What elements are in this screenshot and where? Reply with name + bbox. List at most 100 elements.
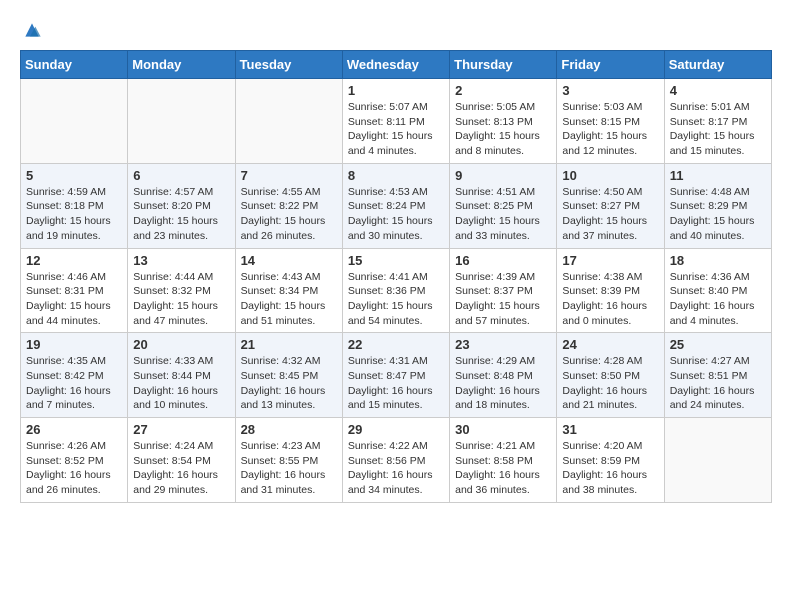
day-info: Sunrise: 4:27 AMSunset: 8:51 PMDaylight:… bbox=[670, 354, 766, 413]
calendar-cell: 21Sunrise: 4:32 AMSunset: 8:45 PMDayligh… bbox=[235, 333, 342, 418]
day-number: 14 bbox=[241, 253, 337, 268]
day-info: Sunrise: 5:01 AMSunset: 8:17 PMDaylight:… bbox=[670, 100, 766, 159]
day-info: Sunrise: 4:29 AMSunset: 8:48 PMDaylight:… bbox=[455, 354, 551, 413]
day-number: 9 bbox=[455, 168, 551, 183]
calendar-cell: 9 Sunrise: 4:51 AMSunset: 8:25 PMDaylight… bbox=[450, 163, 557, 248]
header-sunday: Sunday bbox=[21, 51, 128, 79]
day-number: 11 bbox=[670, 168, 766, 183]
day-info: Sunrise: 4:31 AMSunset: 8:47 PMDaylight:… bbox=[348, 354, 444, 413]
calendar-cell: 24 Sunrise: 4:28 AMSunset: 8:50 PMDayligh… bbox=[557, 333, 664, 418]
calendar-cell: 30 Sunrise: 4:21 AMSunset: 8:58 PMDayligh… bbox=[450, 418, 557, 503]
day-number: 10 bbox=[562, 168, 658, 183]
day-number: 28 bbox=[241, 422, 337, 437]
day-number: 18 bbox=[670, 253, 766, 268]
calendar-week-row: 19 Sunrise: 4:35 AMSunset: 8:42 PMDayligh… bbox=[21, 333, 772, 418]
day-number: 25 bbox=[670, 337, 766, 352]
calendar-cell bbox=[128, 79, 235, 164]
calendar-week-row: 12 Sunrise: 4:46 AMSunset: 8:31 PMDayligh… bbox=[21, 248, 772, 333]
calendar-cell: 5Sunrise: 4:59 AMSunset: 8:18 PMDaylight… bbox=[21, 163, 128, 248]
calendar-cell: 16 Sunrise: 4:39 AMSunset: 8:37 PMDayligh… bbox=[450, 248, 557, 333]
calendar-cell: 13 Sunrise: 4:44 AMSunset: 8:32 PMDayligh… bbox=[128, 248, 235, 333]
calendar-week-row: 26 Sunrise: 4:26 AMSunset: 8:52 PMDayligh… bbox=[21, 418, 772, 503]
day-info: Sunrise: 4:53 AMSunset: 8:24 PMDaylight:… bbox=[348, 185, 444, 244]
calendar-cell: 19 Sunrise: 4:35 AMSunset: 8:42 PMDayligh… bbox=[21, 333, 128, 418]
day-number: 21 bbox=[241, 337, 337, 352]
calendar-cell: 1 Sunrise: 5:07 AMSunset: 8:11 PMDaylight… bbox=[342, 79, 449, 164]
day-number: 6 bbox=[133, 168, 229, 183]
day-info: Sunrise: 4:46 AMSunset: 8:31 PMDaylight:… bbox=[26, 270, 122, 329]
day-number: 29 bbox=[348, 422, 444, 437]
day-number: 3 bbox=[562, 83, 658, 98]
day-number: 27 bbox=[133, 422, 229, 437]
day-number: 31 bbox=[562, 422, 658, 437]
day-number: 13 bbox=[133, 253, 229, 268]
day-info: Sunrise: 4:24 AMSunset: 8:54 PMDaylight:… bbox=[133, 439, 229, 498]
day-number: 24 bbox=[562, 337, 658, 352]
day-info: Sunrise: 4:35 AMSunset: 8:42 PMDaylight:… bbox=[26, 354, 122, 413]
day-info: Sunrise: 4:50 AMSunset: 8:27 PMDaylight:… bbox=[562, 185, 658, 244]
day-number: 19 bbox=[26, 337, 122, 352]
calendar-header-row: SundayMondayTuesdayWednesdayThursdayFrid… bbox=[21, 51, 772, 79]
day-info: Sunrise: 4:26 AMSunset: 8:52 PMDaylight:… bbox=[26, 439, 122, 498]
calendar-cell: 6 Sunrise: 4:57 AMSunset: 8:20 PMDaylight… bbox=[128, 163, 235, 248]
day-info: Sunrise: 4:20 AMSunset: 8:59 PMDaylight:… bbox=[562, 439, 658, 498]
day-info: Sunrise: 4:57 AMSunset: 8:20 PMDaylight:… bbox=[133, 185, 229, 244]
calendar-cell: 3Sunrise: 5:03 AMSunset: 8:15 PMDaylight… bbox=[557, 79, 664, 164]
calendar-cell: 11 Sunrise: 4:48 AMSunset: 8:29 PMDayligh… bbox=[664, 163, 771, 248]
calendar-cell: 31 Sunrise: 4:20 AMSunset: 8:59 PMDayligh… bbox=[557, 418, 664, 503]
day-number: 16 bbox=[455, 253, 551, 268]
day-info: Sunrise: 5:07 AMSunset: 8:11 PMDaylight:… bbox=[348, 100, 444, 159]
calendar-cell: 17 Sunrise: 4:38 AMSunset: 8:39 PMDayligh… bbox=[557, 248, 664, 333]
calendar-cell: 18Sunrise: 4:36 AMSunset: 8:40 PMDayligh… bbox=[664, 248, 771, 333]
page-header bbox=[20, 20, 772, 40]
day-info: Sunrise: 4:41 AMSunset: 8:36 PMDaylight:… bbox=[348, 270, 444, 329]
calendar-cell bbox=[21, 79, 128, 164]
calendar-cell: 14 Sunrise: 4:43 AMSunset: 8:34 PMDayligh… bbox=[235, 248, 342, 333]
calendar-cell: 22Sunrise: 4:31 AMSunset: 8:47 PMDayligh… bbox=[342, 333, 449, 418]
calendar-cell: 20Sunrise: 4:33 AMSunset: 8:44 PMDayligh… bbox=[128, 333, 235, 418]
day-number: 2 bbox=[455, 83, 551, 98]
calendar-cell: 15Sunrise: 4:41 AMSunset: 8:36 PMDayligh… bbox=[342, 248, 449, 333]
day-number: 12 bbox=[26, 253, 122, 268]
calendar-cell: 12 Sunrise: 4:46 AMSunset: 8:31 PMDayligh… bbox=[21, 248, 128, 333]
logo bbox=[20, 20, 42, 40]
calendar-cell: 10 Sunrise: 4:50 AMSunset: 8:27 PMDayligh… bbox=[557, 163, 664, 248]
day-info: Sunrise: 4:33 AMSunset: 8:44 PMDaylight:… bbox=[133, 354, 229, 413]
day-info: Sunrise: 4:21 AMSunset: 8:58 PMDaylight:… bbox=[455, 439, 551, 498]
header-saturday: Saturday bbox=[664, 51, 771, 79]
header-tuesday: Tuesday bbox=[235, 51, 342, 79]
day-info: Sunrise: 4:44 AMSunset: 8:32 PMDaylight:… bbox=[133, 270, 229, 329]
day-number: 8 bbox=[348, 168, 444, 183]
day-number: 4 bbox=[670, 83, 766, 98]
day-number: 23 bbox=[455, 337, 551, 352]
day-info: Sunrise: 4:55 AMSunset: 8:22 PMDaylight:… bbox=[241, 185, 337, 244]
calendar-week-row: 5Sunrise: 4:59 AMSunset: 8:18 PMDaylight… bbox=[21, 163, 772, 248]
day-info: Sunrise: 4:38 AMSunset: 8:39 PMDaylight:… bbox=[562, 270, 658, 329]
day-number: 26 bbox=[26, 422, 122, 437]
day-info: Sunrise: 4:48 AMSunset: 8:29 PMDaylight:… bbox=[670, 185, 766, 244]
day-number: 17 bbox=[562, 253, 658, 268]
calendar-cell: 23 Sunrise: 4:29 AMSunset: 8:48 PMDayligh… bbox=[450, 333, 557, 418]
calendar-table: SundayMondayTuesdayWednesdayThursdayFrid… bbox=[20, 50, 772, 503]
day-number: 30 bbox=[455, 422, 551, 437]
day-number: 1 bbox=[348, 83, 444, 98]
calendar-week-row: 1 Sunrise: 5:07 AMSunset: 8:11 PMDaylight… bbox=[21, 79, 772, 164]
day-info: Sunrise: 4:28 AMSunset: 8:50 PMDaylight:… bbox=[562, 354, 658, 413]
calendar-cell: 25 Sunrise: 4:27 AMSunset: 8:51 PMDayligh… bbox=[664, 333, 771, 418]
calendar-cell: 7 Sunrise: 4:55 AMSunset: 8:22 PMDaylight… bbox=[235, 163, 342, 248]
day-info: Sunrise: 4:39 AMSunset: 8:37 PMDaylight:… bbox=[455, 270, 551, 329]
header-wednesday: Wednesday bbox=[342, 51, 449, 79]
calendar-cell: 26 Sunrise: 4:26 AMSunset: 8:52 PMDayligh… bbox=[21, 418, 128, 503]
calendar-cell bbox=[235, 79, 342, 164]
calendar-cell bbox=[664, 418, 771, 503]
logo-icon bbox=[22, 20, 42, 40]
calendar-cell: 4 Sunrise: 5:01 AMSunset: 8:17 PMDaylight… bbox=[664, 79, 771, 164]
header-monday: Monday bbox=[128, 51, 235, 79]
calendar-cell: 28Sunrise: 4:23 AMSunset: 8:55 PMDayligh… bbox=[235, 418, 342, 503]
day-number: 7 bbox=[241, 168, 337, 183]
header-thursday: Thursday bbox=[450, 51, 557, 79]
day-info: Sunrise: 4:51 AMSunset: 8:25 PMDaylight:… bbox=[455, 185, 551, 244]
day-info: Sunrise: 4:43 AMSunset: 8:34 PMDaylight:… bbox=[241, 270, 337, 329]
calendar-cell: 29Sunrise: 4:22 AMSunset: 8:56 PMDayligh… bbox=[342, 418, 449, 503]
day-info: Sunrise: 5:05 AMSunset: 8:13 PMDaylight:… bbox=[455, 100, 551, 159]
